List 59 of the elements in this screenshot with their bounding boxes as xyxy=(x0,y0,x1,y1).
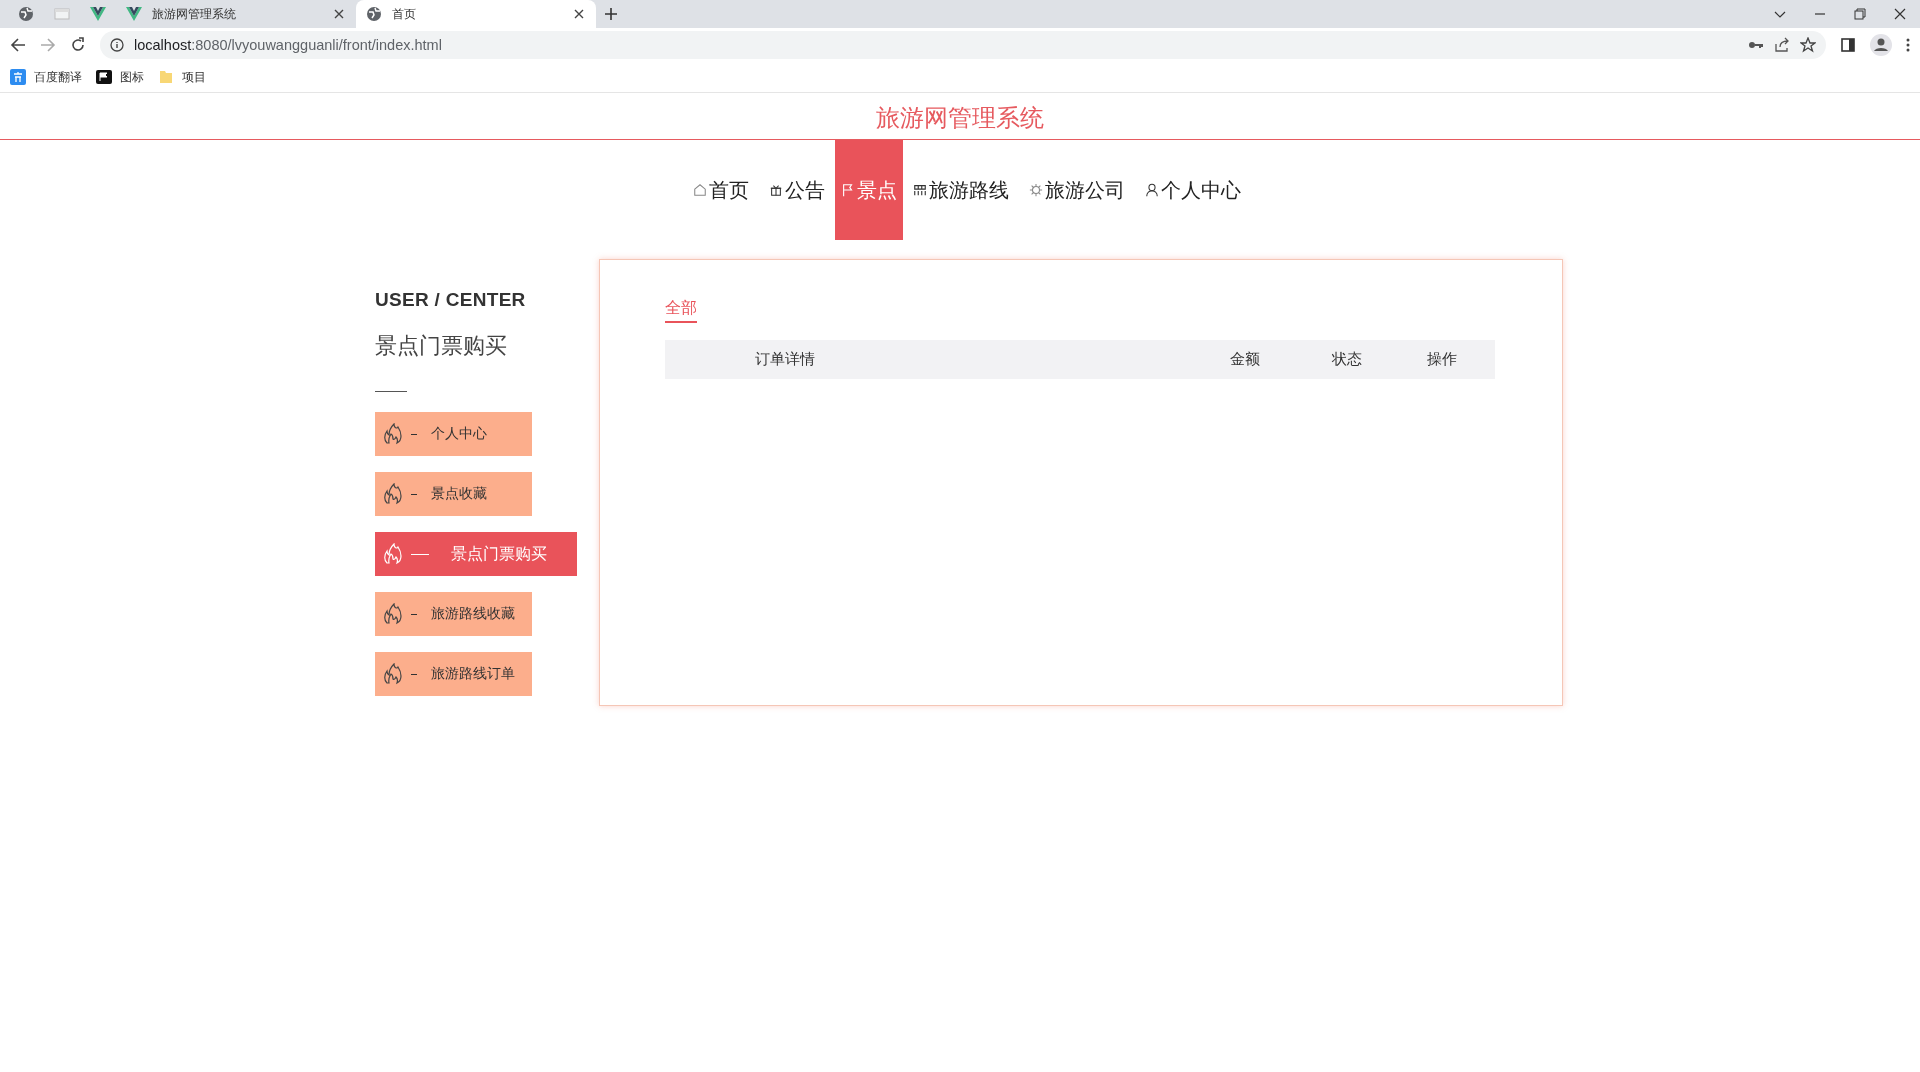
folder-icon xyxy=(158,69,174,85)
home-icon xyxy=(693,182,707,198)
gear-icon xyxy=(1029,182,1043,198)
page-icon xyxy=(54,6,70,22)
filter-tab[interactable]: 全部 xyxy=(665,298,697,323)
sidebar-item[interactable]: 景点收藏 xyxy=(375,472,532,516)
share-icon xyxy=(1774,37,1790,53)
gift-icon xyxy=(769,182,783,198)
column-header: 金额 xyxy=(1229,350,1261,369)
url-text: localhost:8080/lvyouwangguanli/front/index.html xyxy=(134,37,442,53)
site-title: 旅游网管理系统 xyxy=(876,103,1044,133)
sidebar-item[interactable]: 旅游路线收藏 xyxy=(375,592,532,636)
vue-logo-icon xyxy=(90,6,106,22)
translate-icon xyxy=(10,69,26,85)
flame-icon xyxy=(383,423,403,445)
info-icon xyxy=(110,38,124,52)
section-heading: USER / CENTER xyxy=(375,289,527,311)
sidebar-item[interactable]: 个人中心 xyxy=(375,412,532,456)
vue-logo-icon xyxy=(126,6,142,22)
sidebar-item[interactable]: 景点门票购买 xyxy=(375,532,577,576)
flame-icon xyxy=(383,483,403,505)
nav-link[interactable]: 旅游公司 xyxy=(1019,140,1135,240)
nav-link[interactable]: 个人中心 xyxy=(1135,140,1251,240)
nav-link[interactable]: 公告 xyxy=(759,140,835,240)
bookmark[interactable]: 百度翻译 xyxy=(10,68,82,86)
nav-link[interactable]: 首页 xyxy=(683,140,759,240)
plus-icon xyxy=(604,7,618,21)
bookmark[interactable]: 项目 xyxy=(158,68,206,86)
side-panel-icon xyxy=(1840,37,1856,53)
page-subtitle: 景点门票购买 xyxy=(375,332,508,360)
profile-icon xyxy=(1870,34,1892,56)
browser-tab[interactable]: 首页 xyxy=(356,0,596,28)
grid-icon xyxy=(913,182,927,198)
address-bar[interactable]: localhost:8080/lvyouwangguanli/front/index.html xyxy=(100,31,1826,59)
globe-icon xyxy=(366,6,382,22)
column-header: 操作 xyxy=(1426,350,1458,369)
close-icon xyxy=(1894,8,1906,20)
close-icon xyxy=(574,9,584,19)
sidebar-item[interactable]: 旅游路线订单 xyxy=(375,652,532,696)
forward-icon xyxy=(40,37,56,53)
flame-icon xyxy=(383,543,403,565)
column-header: 状态 xyxy=(1330,350,1363,369)
bookmark[interactable]: 图标 xyxy=(96,68,144,86)
globe-icon xyxy=(18,6,34,22)
flame-icon xyxy=(383,603,403,625)
more-icon xyxy=(1906,37,1910,53)
close-icon xyxy=(334,9,344,19)
nav-link[interactable]: 旅游路线 xyxy=(903,140,1019,240)
flag-icon xyxy=(96,69,112,85)
nav-link[interactable]: 景点 xyxy=(835,140,903,240)
user-icon xyxy=(1145,182,1159,198)
restore-icon xyxy=(1854,8,1866,20)
flag-icon xyxy=(841,182,855,198)
back-icon xyxy=(10,37,26,53)
reload-icon xyxy=(70,37,86,53)
flame-icon xyxy=(383,663,403,685)
star-icon xyxy=(1800,37,1816,53)
column-header: 订单详情 xyxy=(754,350,816,369)
browser-tab[interactable]: 旅游网管理系统 xyxy=(116,0,356,28)
